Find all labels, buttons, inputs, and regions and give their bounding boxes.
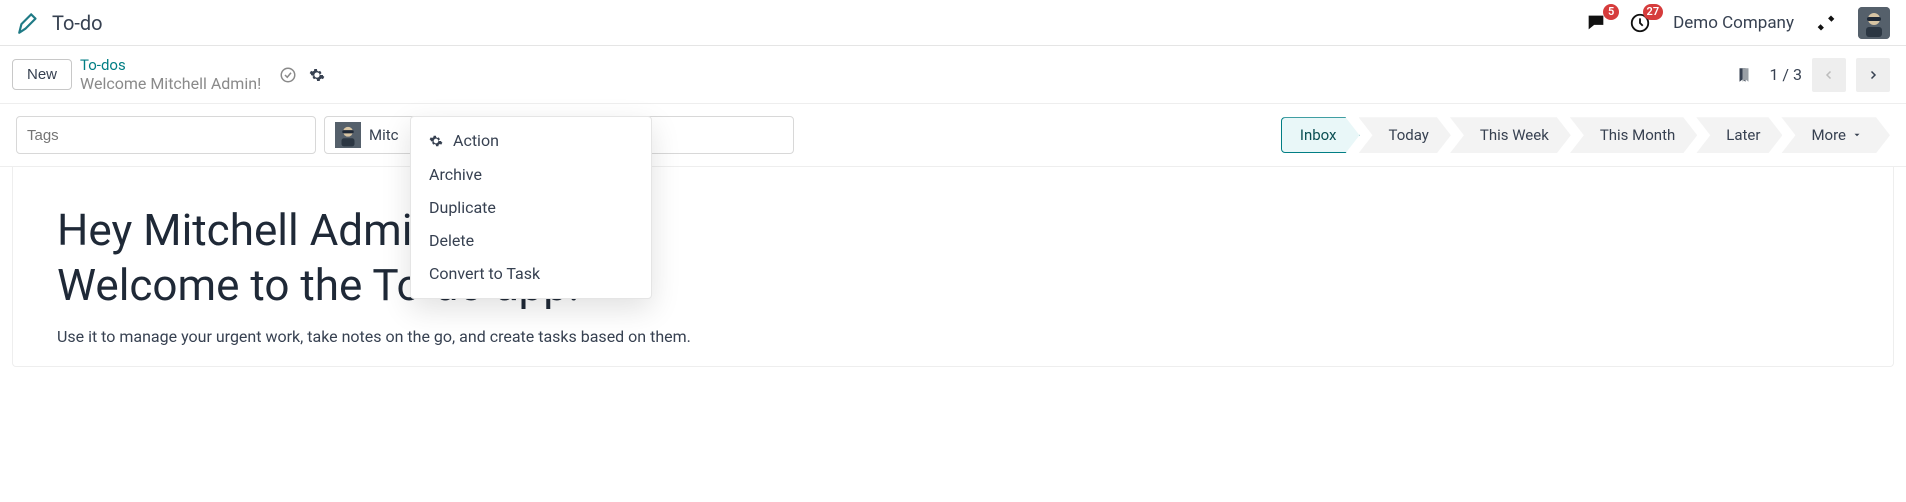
action-dropdown: Action Archive Duplicate Delete Convert … bbox=[410, 116, 652, 299]
action-item-archive[interactable]: Archive bbox=[411, 158, 651, 191]
stage-today[interactable]: Today bbox=[1359, 117, 1451, 153]
pager-text[interactable]: 1 / 3 bbox=[1769, 65, 1802, 84]
breadcrumb-actions bbox=[279, 66, 325, 84]
action-item-convert[interactable]: Convert to Task bbox=[411, 257, 651, 290]
messages-badge: 5 bbox=[1603, 4, 1619, 20]
chevron-down-icon bbox=[1852, 130, 1862, 140]
stage-more[interactable]: More bbox=[1781, 117, 1890, 153]
control-panel-left: New To-dos Welcome Mitchell Admin! Actio… bbox=[12, 56, 325, 93]
action-item-delete[interactable]: Delete bbox=[411, 224, 651, 257]
breadcrumb-parent[interactable]: To-dos bbox=[80, 56, 261, 74]
nav-right: 5 27 Demo Company bbox=[1585, 7, 1890, 39]
company-switcher[interactable]: Demo Company bbox=[1673, 13, 1794, 33]
activities-badge: 27 bbox=[1643, 4, 1664, 20]
stage-more-label: More bbox=[1811, 126, 1846, 144]
activities-icon[interactable]: 27 bbox=[1629, 12, 1651, 34]
breadcrumb-current: Welcome Mitchell Admin! bbox=[80, 74, 261, 93]
stage-this-week[interactable]: This Week bbox=[1450, 117, 1571, 153]
debug-icon[interactable] bbox=[1816, 13, 1836, 33]
navbar: To-do 5 27 Demo Company bbox=[0, 0, 1906, 46]
gear-icon bbox=[429, 134, 443, 148]
action-item-duplicate[interactable]: Duplicate bbox=[411, 191, 651, 224]
stage-later[interactable]: Later bbox=[1696, 117, 1782, 153]
action-dropdown-title: Action bbox=[453, 131, 499, 150]
app-logo-icon[interactable] bbox=[16, 10, 42, 36]
stage-inbox[interactable]: Inbox bbox=[1281, 117, 1360, 153]
content-paragraph: Use it to manage your urgent work, take … bbox=[57, 327, 1849, 346]
action-dropdown-header: Action bbox=[411, 125, 651, 158]
control-panel-right: 1 / 3 bbox=[1735, 58, 1890, 92]
pager-prev-button[interactable] bbox=[1812, 58, 1846, 92]
messages-icon[interactable]: 5 bbox=[1585, 12, 1607, 34]
breadcrumb: To-dos Welcome Mitchell Admin! bbox=[80, 56, 261, 93]
pager: 1 / 3 bbox=[1769, 58, 1890, 92]
bookmark-icon[interactable] bbox=[1735, 65, 1753, 85]
statusbar: Inbox Today This Week This Month Later M… bbox=[1282, 117, 1890, 153]
tags-input[interactable] bbox=[16, 116, 316, 154]
sheet-bar: Mitc Inbox Today This Week This Month La… bbox=[0, 104, 1906, 167]
new-button[interactable]: New bbox=[12, 59, 72, 90]
content-heading-line1: Hey Mitchell Admin! bbox=[57, 203, 1849, 258]
gear-icon[interactable] bbox=[309, 67, 325, 83]
pager-next-button[interactable] bbox=[1856, 58, 1890, 92]
nav-left: To-do bbox=[16, 10, 103, 36]
assignee-text: Mitc bbox=[369, 126, 399, 144]
app-title[interactable]: To-do bbox=[52, 11, 103, 35]
control-panel: New To-dos Welcome Mitchell Admin! Actio… bbox=[0, 46, 1906, 103]
mark-done-icon[interactable] bbox=[279, 66, 297, 84]
assignee-avatar bbox=[335, 122, 361, 148]
sheet-bar-left: Mitc bbox=[16, 116, 794, 154]
stage-this-month[interactable]: This Month bbox=[1570, 117, 1697, 153]
content-heading-line2: Welcome to the To-do app! bbox=[57, 258, 1849, 313]
user-avatar[interactable] bbox=[1858, 7, 1890, 39]
sheet: Hey Mitchell Admin! Welcome to the To-do… bbox=[12, 167, 1894, 367]
